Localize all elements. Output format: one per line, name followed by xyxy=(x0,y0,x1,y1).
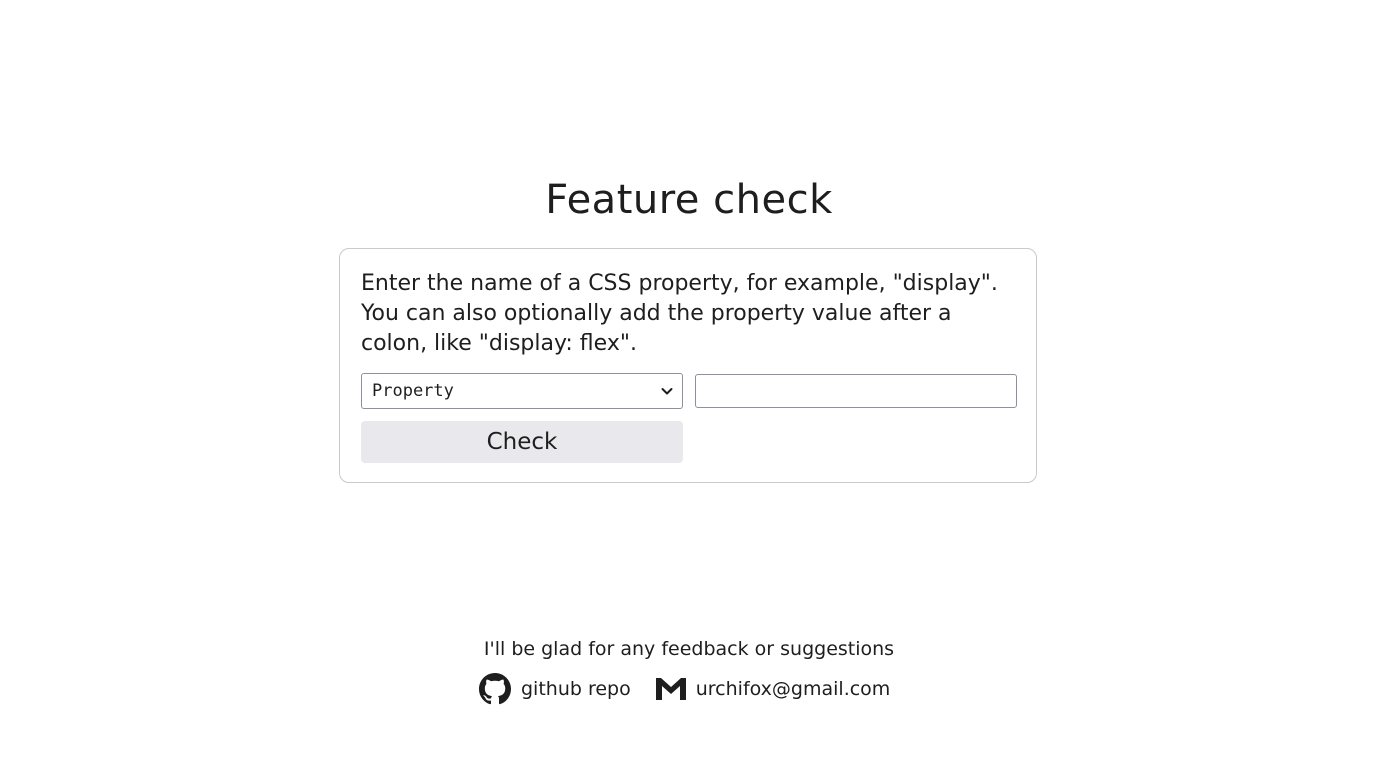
form-description: Enter the name of a CSS property, for ex… xyxy=(361,271,998,356)
github-link-label: github repo xyxy=(521,678,631,700)
page: Feature check Enter the name of a CSS pr… xyxy=(0,0,1378,777)
footer-links: github repo urchifox@gmail.com xyxy=(479,672,890,706)
mode-select-value: Property xyxy=(372,381,454,401)
query-input[interactable] xyxy=(695,374,1017,408)
github-icon xyxy=(479,673,511,705)
gmail-icon xyxy=(655,678,686,700)
email-link-label: urchifox@gmail.com xyxy=(695,678,891,700)
github-link[interactable]: github repo xyxy=(479,673,631,705)
page-title: Feature check xyxy=(545,177,833,223)
email-link[interactable]: urchifox@gmail.com xyxy=(655,676,891,702)
mode-select[interactable]: Property xyxy=(361,373,683,409)
chevron-down-icon xyxy=(661,388,673,395)
check-button[interactable]: Check xyxy=(361,421,683,463)
feedback-text: I'll be glad for any feedback or suggest… xyxy=(483,638,895,660)
